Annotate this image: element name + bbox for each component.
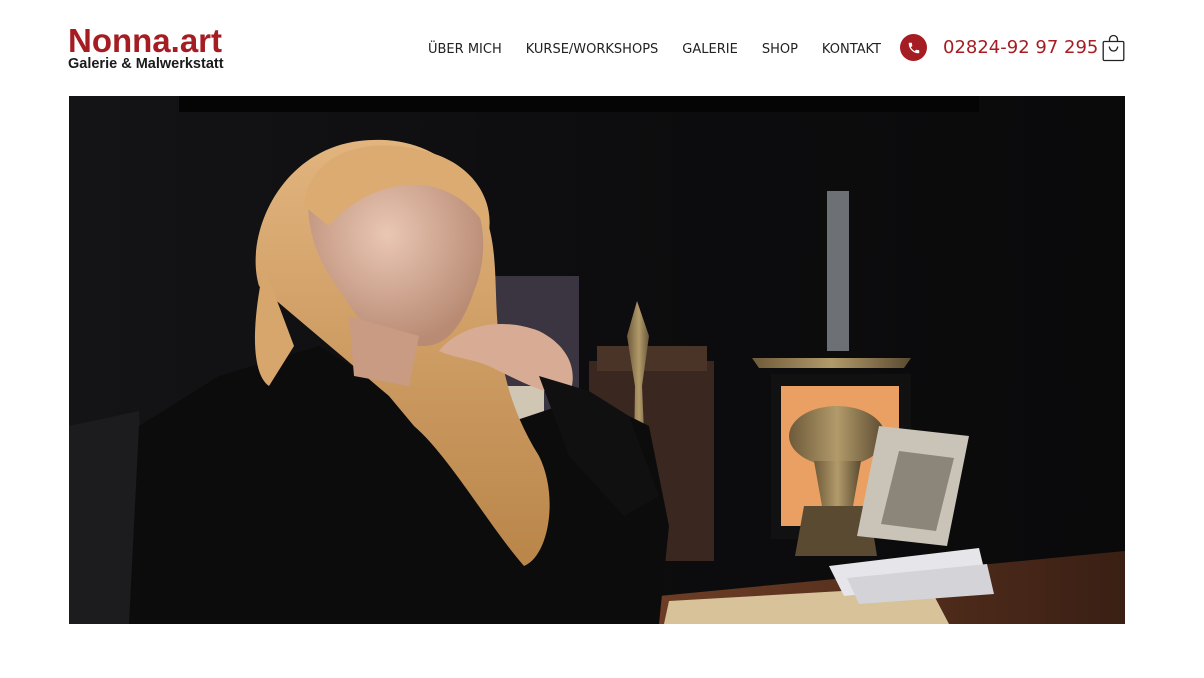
main-nav: ÜBER MICH KURSE/WORKSHOPS GALERIE SHOP K… bbox=[428, 38, 881, 60]
phone-number-link[interactable]: 02824-92 97 295 bbox=[943, 36, 1098, 60]
nav-item-kurse-workshops: KURSE/WORKSHOPS bbox=[526, 38, 659, 60]
nav-link-ueber-mich[interactable]: ÜBER MICH bbox=[428, 42, 502, 57]
logo-tagline: Galerie & Malwerkstatt bbox=[68, 56, 224, 72]
logo-link[interactable]: Nonna.art Galerie & Malwerkstatt bbox=[68, 24, 224, 72]
nav-item-shop: SHOP bbox=[762, 38, 798, 60]
phone-glyph bbox=[908, 42, 919, 53]
page: Nonna.art Galerie & Malwerkstatt ÜBER MI… bbox=[0, 0, 1204, 678]
nav-link-shop[interactable]: SHOP bbox=[762, 42, 798, 57]
shopping-bag-icon[interactable] bbox=[1102, 34, 1125, 62]
phone-icon[interactable] bbox=[900, 34, 927, 61]
portrait-photo bbox=[69, 96, 1125, 624]
nav-item-ueber-mich: ÜBER MICH bbox=[428, 38, 502, 60]
shopping-bag-glyph bbox=[1102, 34, 1125, 62]
logo-title: Nonna.art bbox=[68, 22, 223, 59]
nav-link-galerie[interactable]: GALERIE bbox=[682, 42, 738, 57]
nav-item-galerie: GALERIE bbox=[682, 38, 738, 60]
nav-link-kontakt[interactable]: KONTAKT bbox=[822, 42, 881, 57]
nav-link-kurse-workshops[interactable]: KURSE/WORKSHOPS bbox=[526, 42, 659, 57]
hero-image bbox=[69, 96, 1125, 624]
nav-item-kontakt: KONTAKT bbox=[822, 38, 881, 60]
